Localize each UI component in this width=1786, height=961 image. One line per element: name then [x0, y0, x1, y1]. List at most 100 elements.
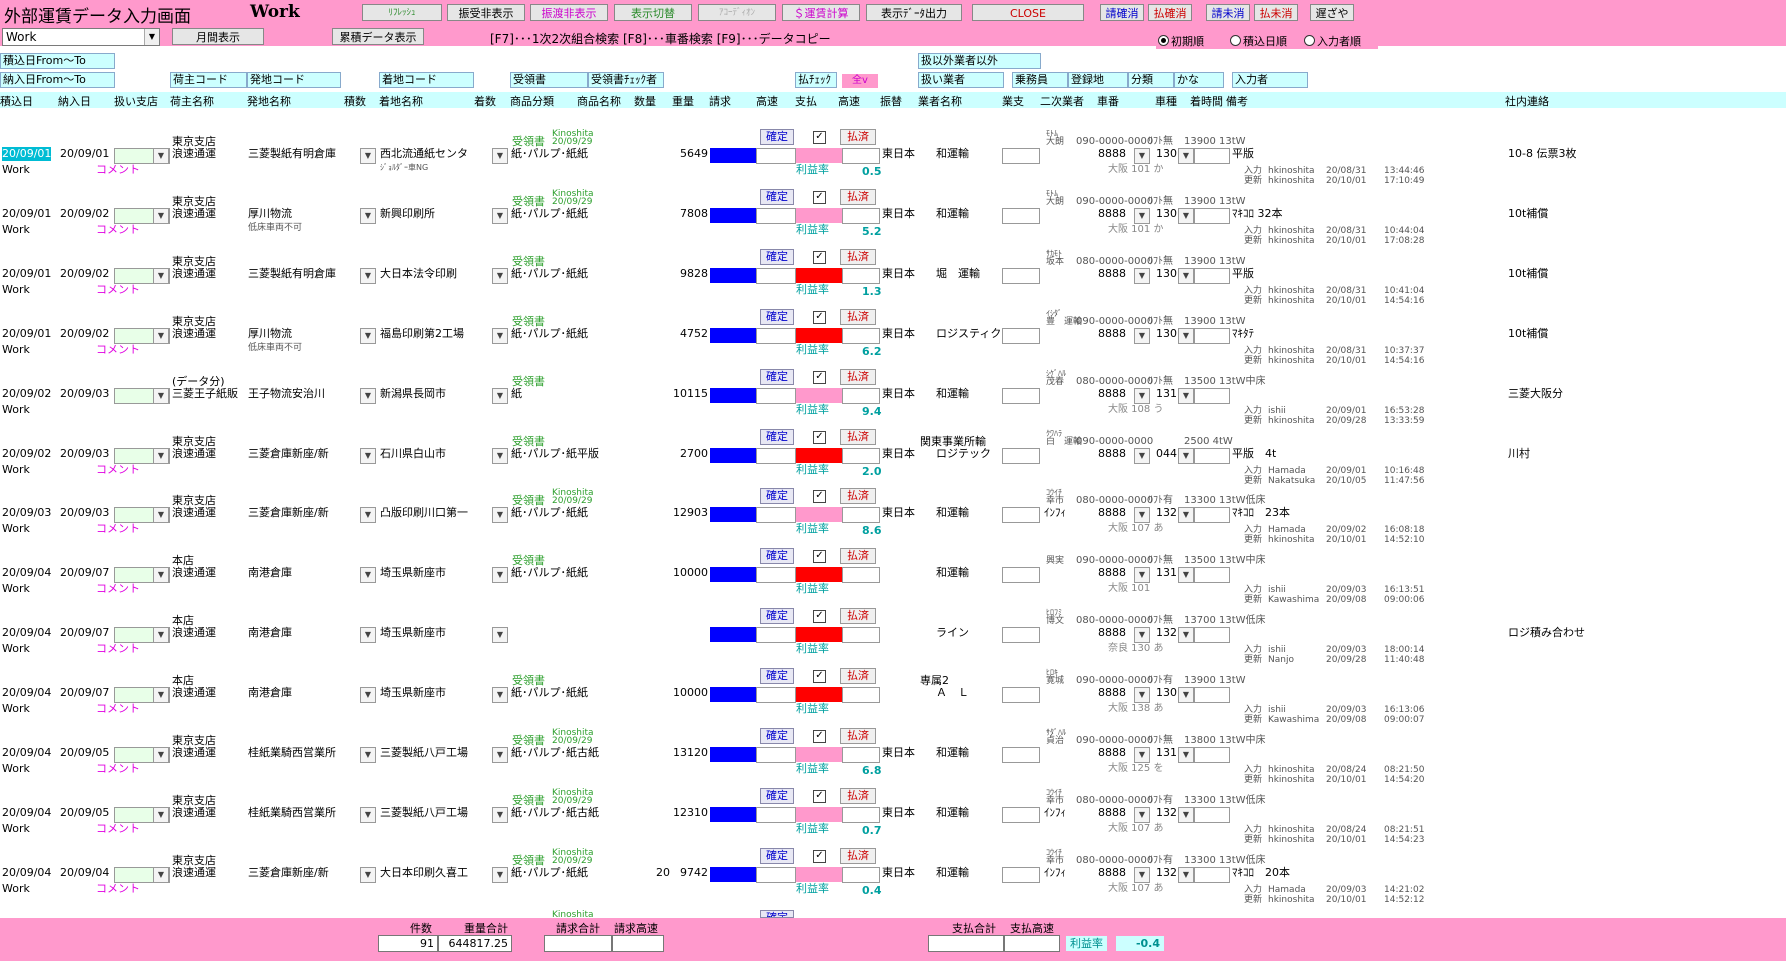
car-number[interactable]: 8888 — [1098, 447, 1126, 461]
confirm-button[interactable]: 確定 — [760, 548, 794, 564]
car-number[interactable]: 8888 — [1098, 327, 1126, 341]
product-category[interactable]: 紙･パルプ･紙紙 — [511, 327, 631, 341]
pay-highway-cell[interactable] — [842, 687, 880, 703]
chevron-down-icon[interactable]: ▼ — [1134, 687, 1150, 703]
all-check-button[interactable]: 全v — [842, 74, 878, 88]
pay-amount-cell[interactable] — [796, 268, 842, 283]
arrival-time[interactable] — [1194, 687, 1230, 703]
arrival-time[interactable] — [1194, 388, 1230, 404]
vendor-branch[interactable] — [1002, 867, 1040, 883]
internal-memo[interactable]: ロジ積み合わせ — [1508, 626, 1585, 640]
chevron-down-icon[interactable]: ▼ — [360, 747, 376, 763]
load-date[interactable]: 20/09/02 — [2, 447, 51, 461]
chevron-down-icon[interactable]: ▼ — [1134, 567, 1150, 583]
shipper-name[interactable]: 浪速通運 — [172, 506, 246, 520]
chevron-down-icon[interactable]: ▼ — [1134, 867, 1150, 883]
other-vendor-filter[interactable]: 扱以外業者以外 — [918, 53, 1041, 69]
load-date-range-filter[interactable]: 積込日From〜To — [0, 53, 115, 69]
car-number[interactable]: 8888 — [1098, 626, 1126, 640]
internal-memo[interactable]: 10t補償 — [1508, 327, 1548, 341]
paid-button[interactable]: 払済 — [840, 369, 876, 385]
pay-highway-cell[interactable] — [842, 627, 880, 643]
bill-highway-cell[interactable] — [756, 567, 796, 583]
shipper-name[interactable]: 浪速通運 — [172, 147, 246, 161]
chevron-down-icon[interactable]: ▼ — [153, 687, 169, 703]
bill-highway-cell[interactable] — [756, 747, 796, 763]
arrival-time[interactable] — [1194, 807, 1230, 823]
deliv-date[interactable]: 20/09/07 — [60, 566, 109, 580]
paid-button[interactable]: 払済 — [840, 189, 876, 205]
arrival-time[interactable] — [1194, 448, 1230, 464]
comment-link[interactable]: コメント — [96, 223, 140, 237]
comment-link[interactable]: コメント — [96, 343, 140, 357]
product-category[interactable]: 紙･パルプ･紙紙 — [511, 267, 631, 281]
product-category[interactable]: 紙･パルプ･紙紙 — [511, 506, 631, 520]
comment-link[interactable]: コメント — [96, 163, 140, 177]
input-user-filter[interactable]: 入力者 — [1232, 72, 1308, 88]
bill-amount-cell[interactable] — [710, 507, 756, 522]
chevron-down-icon[interactable]: ▼ — [1134, 388, 1150, 404]
pay-highway-cell[interactable] — [842, 448, 880, 464]
paid-button[interactable]: 払済 — [840, 728, 876, 744]
load-date[interactable]: 20/09/01 — [2, 147, 52, 161]
car-number[interactable]: 8888 — [1098, 506, 1126, 520]
sub-vendor-alt[interactable]: ｲﾝﾌｨ — [1044, 506, 1066, 520]
weight[interactable]: 7808 — [672, 207, 708, 221]
weight[interactable]: 10000 — [672, 686, 708, 700]
chevron-down-icon[interactable]: ▼ — [492, 328, 508, 344]
pay-check-checkbox[interactable]: ✓ — [813, 371, 826, 384]
pay-check-checkbox[interactable]: ✓ — [813, 490, 826, 503]
arrival-time[interactable] — [1194, 148, 1230, 164]
shipper-name[interactable]: 浪速通運 — [172, 806, 246, 820]
internal-memo[interactable]: 10t補償 — [1508, 207, 1548, 221]
org-name[interactable]: 東日本 — [882, 147, 915, 161]
shipper-name[interactable]: 浪速通運 — [172, 866, 246, 880]
toggle-display-button[interactable]: 表示切替 — [614, 4, 692, 21]
chevron-down-icon[interactable]: ▼ — [360, 148, 376, 164]
chevron-down-icon[interactable]: ▼ — [1134, 507, 1150, 523]
weight[interactable]: 13120 — [672, 746, 708, 760]
car-type[interactable]: 130 — [1156, 207, 1177, 221]
org-name[interactable]: 東日本 — [882, 866, 915, 880]
deliv-date[interactable]: 20/09/03 — [60, 387, 109, 401]
chevron-down-icon[interactable]: ▼ — [492, 567, 508, 583]
pay-highway-cell[interactable] — [842, 567, 880, 583]
pay-highway-cell[interactable] — [842, 328, 880, 344]
load-date[interactable]: 20/09/03 — [2, 506, 51, 520]
bill-highway-cell[interactable] — [756, 328, 796, 344]
car-number[interactable]: 8888 — [1098, 686, 1126, 700]
confirm-button[interactable]: 確定 — [760, 608, 794, 624]
weight[interactable]: 10000 — [672, 566, 708, 580]
chevron-down-icon[interactable]: ▼ — [360, 268, 376, 284]
deliv-date[interactable]: 20/09/02 — [60, 327, 109, 341]
sub-vendor-alt[interactable]: ｲﾝﾌｨ — [1044, 806, 1066, 820]
table-row[interactable]: 東京支店 Kinoshita 20/09/29 受領書 確定 ✓ 払済 ｻﾀﾞﾊﾙ 貞治 090-… — [0, 726, 1786, 786]
chevron-down-icon[interactable]: ▼ — [1178, 807, 1194, 823]
receipt-filter[interactable]: 受領書 — [510, 72, 588, 88]
vendor-branch[interactable] — [1002, 507, 1040, 523]
product-category[interactable]: 紙･パルプ･紙紙 — [511, 566, 631, 580]
chevron-down-icon[interactable]: ▼ — [1178, 328, 1194, 344]
bill-amount-cell[interactable] — [710, 687, 756, 702]
reg-place-filter[interactable]: 登録地 — [1068, 72, 1128, 88]
origin-code-filter[interactable]: 発地コード — [247, 72, 341, 88]
bill-highway-cell[interactable] — [756, 208, 796, 224]
chevron-down-icon[interactable]: ▼ — [153, 448, 169, 464]
confirm-button[interactable]: 確定 — [760, 369, 794, 385]
org-name[interactable]: 東日本 — [882, 387, 915, 401]
bill-amount-cell[interactable] — [710, 328, 756, 343]
delay-button[interactable]: 遅ざや — [1310, 4, 1354, 21]
chevron-down-icon[interactable]: ▼ — [1178, 867, 1194, 883]
vendor-branch[interactable] — [1002, 807, 1040, 823]
remarks[interactable]: ﾏｷﾀﾃ — [1232, 327, 1254, 341]
class-filter[interactable]: 分類 — [1128, 72, 1174, 88]
chevron-down-icon[interactable]: ▼ — [153, 747, 169, 763]
chevron-down-icon[interactable]: ▼ — [360, 507, 376, 523]
remarks[interactable]: ﾏｷｺﾛ 32本 — [1232, 207, 1283, 221]
shipper-name[interactable]: 浪速通運 — [172, 566, 246, 580]
table-row[interactable]: (データ分) 受領書 確定 ✓ 払済 ｼｹﾞﾊﾙ 茂春 080-0000-0000 ﾘﾌﾄ無 13… — [0, 367, 1786, 427]
table-row[interactable]: 東京支店 Kinoshita 20/09/29 受領書 確定 ✓ 払済 ｺｳｲﾁ 幸市 080-0… — [0, 846, 1786, 906]
pay-check-filter[interactable]: 払ﾁｪｯｸ — [795, 72, 837, 88]
chevron-down-icon[interactable]: ▼ — [492, 747, 508, 763]
pay-highway-cell[interactable] — [842, 747, 880, 763]
